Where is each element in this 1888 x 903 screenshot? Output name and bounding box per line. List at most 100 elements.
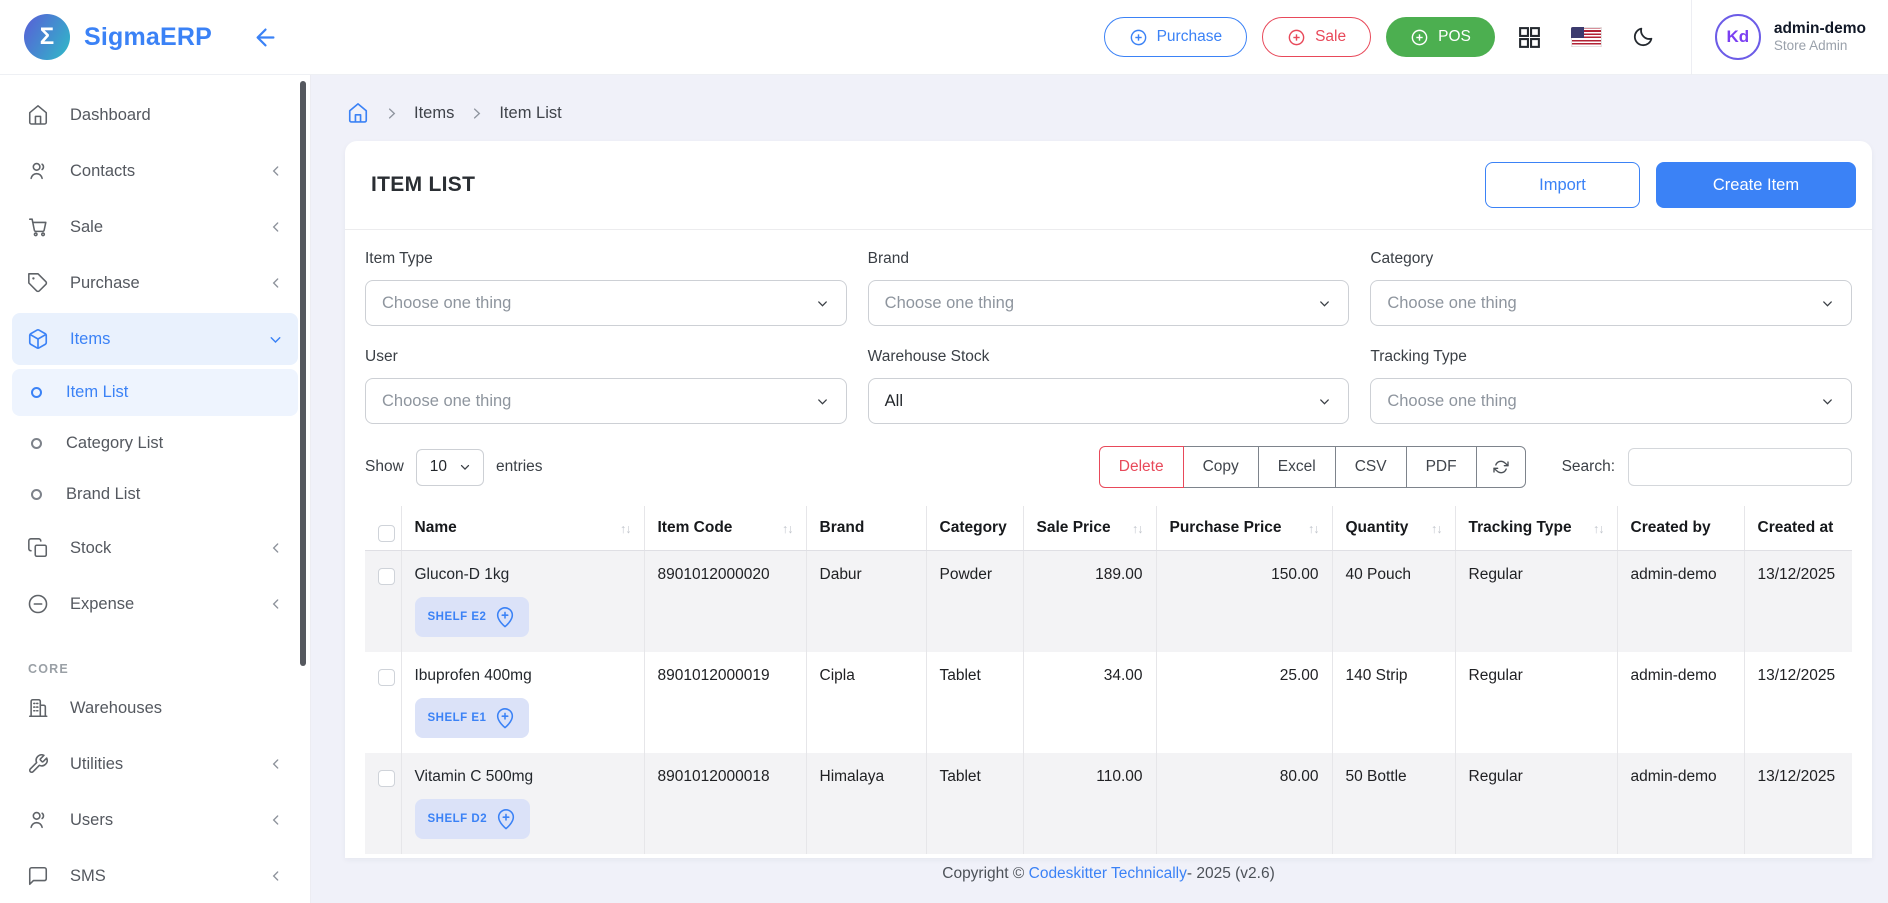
brand-cell: Cipla bbox=[806, 652, 926, 753]
pdf-button[interactable]: PDF bbox=[1406, 446, 1477, 488]
column-header-created-at[interactable]: Created at↑↓ bbox=[1744, 506, 1852, 550]
sidebar-item-sms[interactable]: SMS bbox=[12, 850, 298, 902]
sidebar-item-contacts[interactable]: Contacts bbox=[12, 145, 298, 197]
brand-select[interactable]: Choose one thing bbox=[868, 280, 1350, 326]
shelf-location-badge[interactable]: SHELF E1 bbox=[415, 698, 530, 738]
row-checkbox[interactable] bbox=[378, 669, 395, 686]
sidebar-scrollbar[interactable] bbox=[300, 81, 306, 666]
filter-category: Category Choose one thing bbox=[1370, 250, 1852, 326]
bullet-icon bbox=[31, 438, 42, 449]
sort-icon: ↑↓ bbox=[620, 522, 631, 536]
map-pin-plus-icon bbox=[494, 606, 516, 628]
sale-price-cell: 34.00 bbox=[1023, 652, 1156, 753]
chevron-left-icon bbox=[268, 540, 284, 556]
chevron-down-icon bbox=[1820, 394, 1835, 409]
column-header-item-code[interactable]: Item Code↑↓ bbox=[644, 506, 806, 550]
dark-mode-moon-icon[interactable] bbox=[1631, 25, 1655, 49]
chevron-left-icon bbox=[268, 812, 284, 828]
sidebar-item-label: Utilities bbox=[70, 755, 123, 774]
column-header-created-by[interactable]: Created by bbox=[1617, 506, 1744, 550]
sidebar-collapse-button[interactable] bbox=[252, 24, 279, 51]
bullet-icon bbox=[31, 489, 42, 500]
create-item-button[interactable]: Create Item bbox=[1656, 162, 1856, 208]
copy-button[interactable]: Copy bbox=[1183, 446, 1259, 488]
row-checkbox[interactable] bbox=[378, 568, 395, 585]
row-checkbox[interactable] bbox=[378, 770, 395, 787]
select-all-checkbox[interactable] bbox=[378, 525, 395, 542]
category-cell: Tablet bbox=[926, 753, 1023, 854]
sidebar-item-sale[interactable]: Sale bbox=[12, 201, 298, 253]
refresh-button[interactable] bbox=[1476, 446, 1526, 488]
tracking-type-select[interactable]: Choose one thing bbox=[1370, 378, 1852, 424]
purchase-button[interactable]: Purchase bbox=[1104, 17, 1247, 57]
breadcrumb-items[interactable]: Items bbox=[414, 104, 454, 123]
chevron-right-icon bbox=[469, 106, 484, 121]
column-header-quantity[interactable]: Quantity↑↓ bbox=[1332, 506, 1455, 550]
sidebar-item-label: Brand List bbox=[66, 485, 140, 504]
tracking-type-cell: Regular bbox=[1455, 652, 1617, 753]
minus-circle-icon bbox=[26, 593, 50, 615]
sidebar-item-label: Items bbox=[70, 330, 110, 349]
logo-letter: Σ bbox=[40, 23, 54, 51]
column-header-brand[interactable]: Brand bbox=[806, 506, 926, 550]
main-content: Items Item List ITEM LIST Import Create … bbox=[310, 75, 1888, 903]
shelf-location-badge[interactable]: SHELF E2 bbox=[415, 597, 530, 637]
app-logo: Σ bbox=[24, 14, 70, 60]
breadcrumb-item-list[interactable]: Item List bbox=[499, 104, 561, 123]
column-header-purchase-price[interactable]: Purchase Price↑↓ bbox=[1156, 506, 1332, 550]
created-at-cell: 13/12/2025 bbox=[1744, 550, 1852, 652]
delete-button[interactable]: Delete bbox=[1099, 446, 1184, 488]
sidebar-item-expense[interactable]: Expense bbox=[12, 578, 298, 630]
sort-icon: ↑↓ bbox=[1431, 522, 1442, 536]
sidebar-item-users[interactable]: Users bbox=[12, 794, 298, 846]
sort-icon: ↑↓ bbox=[1132, 522, 1143, 536]
search-input[interactable] bbox=[1628, 448, 1852, 486]
sidebar-item-category-list[interactable]: Category List bbox=[12, 420, 298, 467]
sidebar-item-dashboard[interactable]: Dashboard bbox=[12, 89, 298, 141]
filter-label: Tracking Type bbox=[1370, 348, 1852, 366]
category-cell: Powder bbox=[926, 550, 1023, 652]
sidebar-item-brand-list[interactable]: Brand List bbox=[12, 471, 298, 518]
divider bbox=[1691, 0, 1692, 75]
shelf-location-badge[interactable]: SHELF D2 bbox=[415, 799, 531, 839]
sidebar-item-stock[interactable]: Stock bbox=[12, 522, 298, 574]
user-select[interactable]: Choose one thing bbox=[365, 378, 847, 424]
page-size-value: 10 bbox=[430, 458, 447, 476]
import-button[interactable]: Import bbox=[1485, 162, 1640, 208]
sidebar-item-label: Stock bbox=[70, 539, 111, 558]
pos-button[interactable]: POS bbox=[1386, 17, 1495, 57]
sidebar-item-items[interactable]: Items bbox=[12, 313, 298, 365]
csv-button[interactable]: CSV bbox=[1335, 446, 1407, 488]
purchase-price-cell: 25.00 bbox=[1156, 652, 1332, 753]
page-size-select[interactable]: 10 bbox=[416, 449, 484, 486]
column-header-category[interactable]: Category bbox=[926, 506, 1023, 550]
column-header-tracking-type[interactable]: Tracking Type↑↓ bbox=[1455, 506, 1617, 550]
footer-link[interactable]: Codeskitter Technically bbox=[1029, 865, 1187, 883]
sidebar-item-item-list[interactable]: Item List bbox=[12, 369, 298, 416]
version-text: - 2025 (v2.6) bbox=[1187, 865, 1275, 883]
sidebar-section-core: CORE bbox=[28, 662, 310, 676]
sort-icon: ↑↓ bbox=[1308, 522, 1319, 536]
column-header-name[interactable]: Name↑↓ bbox=[401, 506, 644, 550]
warehouse-stock-select[interactable]: All bbox=[868, 378, 1350, 424]
select-value: Choose one thing bbox=[885, 294, 1014, 313]
sidebar-item-label: Warehouses bbox=[70, 699, 162, 718]
search: Search: bbox=[1562, 448, 1852, 486]
user-menu[interactable]: Kd admin-demo Store Admin bbox=[1715, 14, 1878, 60]
category-select[interactable]: Choose one thing bbox=[1370, 280, 1852, 326]
sidebar-item-utilities[interactable]: Utilities bbox=[12, 738, 298, 790]
column-header-sale-price[interactable]: Sale Price↑↓ bbox=[1023, 506, 1156, 550]
item-list-card: ITEM LIST Import Create Item Item Type C… bbox=[345, 141, 1872, 858]
sale-price-cell: 110.00 bbox=[1023, 753, 1156, 854]
sidebar-item-purchase[interactable]: Purchase bbox=[12, 257, 298, 309]
chevron-left-icon bbox=[268, 163, 284, 179]
item-type-select[interactable]: Choose one thing bbox=[365, 280, 847, 326]
filter-label: User bbox=[365, 348, 847, 366]
excel-button[interactable]: Excel bbox=[1258, 446, 1336, 488]
apps-grid-icon[interactable] bbox=[1517, 25, 1542, 50]
sidebar-item-warehouses[interactable]: Warehouses bbox=[12, 682, 298, 734]
plus-circle-icon bbox=[1410, 28, 1429, 47]
language-flag-icon[interactable] bbox=[1571, 27, 1602, 47]
breadcrumb-home-icon[interactable] bbox=[347, 102, 369, 124]
sale-button[interactable]: Sale bbox=[1262, 17, 1371, 57]
